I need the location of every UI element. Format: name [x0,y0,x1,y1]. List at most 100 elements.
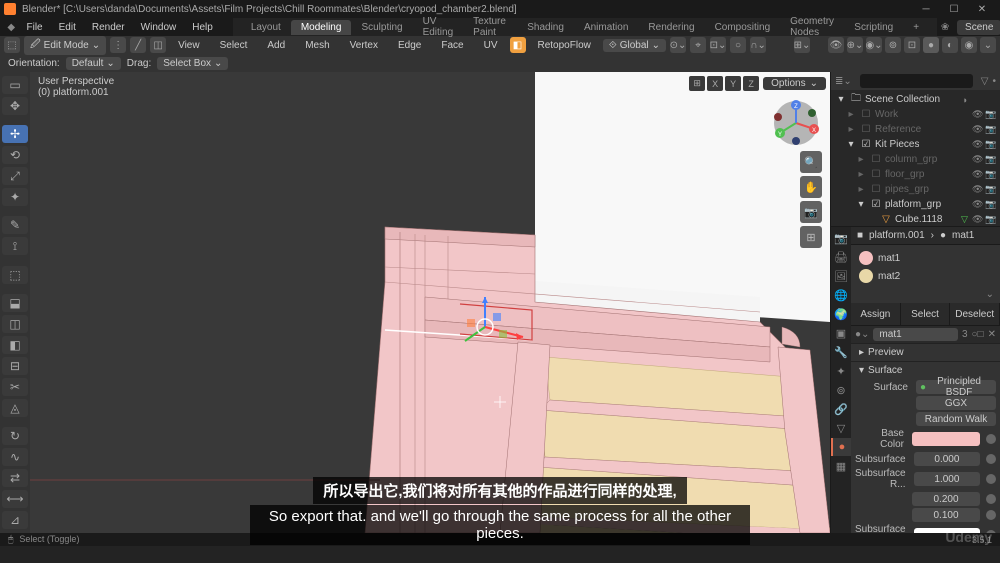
hdr-select[interactable]: Select [212,38,256,53]
material-name-field[interactable]: mat1 [873,328,958,341]
outliner-filter-icon[interactable]: ▽ [981,76,989,87]
tool-edge-slide[interactable]: ⇄ [2,469,28,487]
tool-move[interactable]: ✢ [2,125,28,143]
viewport-3d[interactable]: User Perspective (0) platform.001 [30,72,830,533]
assign-button[interactable]: Assign [851,303,901,325]
shading-dropdown-icon[interactable]: ⌄ [980,37,996,53]
property-dot-icon[interactable] [986,434,996,444]
ptab-scene[interactable]: 🌐 [831,286,851,304]
camera-icon[interactable]: 📷 [800,201,822,223]
outliner-item[interactable]: ▸☐Work👁📷 [831,107,1000,122]
orientation-selector[interactable]: ⟐ Global ⌄ [603,39,666,52]
color-field[interactable] [912,432,980,446]
property-dot-icon[interactable] [986,510,996,520]
tab-add[interactable]: + [903,20,929,35]
drag-value[interactable]: Select Box ⌄ [157,57,228,70]
outliner-item[interactable]: ▾☑platform_grp👁📷 [831,197,1000,212]
snap-target-icon[interactable]: ⊡⌄ [710,37,726,53]
tool-scale[interactable]: ⤢ [2,167,28,185]
outliner-new-icon[interactable]: • [992,76,996,87]
scene-selector[interactable]: Scene [957,20,1000,35]
minimize-button[interactable]: ─ [912,0,940,18]
tab-layout[interactable]: Layout [241,20,291,35]
tab-scripting[interactable]: Scripting [844,20,903,35]
menu-file[interactable]: File [18,20,50,35]
ptab-viewlayer[interactable]: 🖼 [831,267,851,285]
tool-annotate[interactable]: ✎ [2,216,28,234]
number-field[interactable]: 0.200 [912,492,980,506]
overlays-icon[interactable]: ◉⌄ [866,37,882,53]
deselect-button[interactable]: Deselect [950,303,1000,325]
property-dot-icon[interactable] [986,454,996,464]
outliner-item[interactable]: ▸☐pipes_grp👁📷 [831,182,1000,197]
outliner-search[interactable] [860,74,973,88]
tool-shrink[interactable]: ⟷ [2,490,28,508]
material-list[interactable]: mat1 mat2 [851,245,1000,289]
ptab-object[interactable]: ▣ [831,324,851,342]
menu-edit[interactable]: Edit [51,20,84,35]
mesh-edit-icon[interactable]: ⊞⌄ [794,37,810,53]
hdr-view[interactable]: View [170,38,208,53]
property-dot-icon[interactable] [986,494,996,504]
material-slot-1[interactable]: mat1 [855,249,996,267]
xray-icon[interactable]: ⊡ [904,37,920,53]
material-link-icon[interactable]: ○□ [972,329,984,340]
tool-measure[interactable]: ⟟ [2,237,28,255]
ptab-modifiers[interactable]: 🔧 [831,343,851,361]
tool-add-cube[interactable]: ⬚ [2,266,28,284]
tab-modeling[interactable]: Modeling [291,20,352,35]
number-field[interactable]: 1.000 [914,472,981,486]
material-users-icon[interactable]: 3 [962,329,968,340]
maximize-button[interactable]: ☐ [940,0,968,18]
surface-shader-value[interactable]: ● Principled BSDF [916,380,996,394]
material-menu-icon[interactable]: ⌄ [986,289,994,303]
outliner-item[interactable]: ▸☐Reference👁📷 [831,122,1000,137]
pivot-icon[interactable]: ⊙⌄ [670,37,686,53]
hdr-edge[interactable]: Edge [390,38,429,53]
material-slot-2[interactable]: mat2 [855,267,996,285]
tool-shear[interactable]: ⊿ [2,511,28,529]
material-remove-icon[interactable]: ✕ [988,329,996,340]
menu-window[interactable]: Window [133,20,185,35]
ptab-output[interactable]: 🖨 [831,248,851,266]
face-select-icon[interactable]: ◫ [150,37,166,53]
ptab-render[interactable]: 📷 [831,229,851,247]
ptab-texture[interactable]: ▦ [831,457,851,475]
tool-bevel[interactable]: ◧ [2,336,28,354]
axis-lock-buttons[interactable]: ⊞XYZ [689,76,759,91]
vertex-select-icon[interactable]: ⋮ [110,37,126,53]
editor-type-icon[interactable]: ⬚ [4,37,20,53]
tab-animation[interactable]: Animation [574,20,638,35]
hdr-uv[interactable]: UV [476,38,506,53]
proportional-icon[interactable]: ○ [730,37,746,53]
snap-icon[interactable]: ⌖ [690,37,706,53]
material-browse-icon[interactable]: ●⌄ [855,329,869,340]
navigation-gizmo[interactable]: X Y Z [772,99,820,147]
ptab-world[interactable]: 🌍 [831,305,851,323]
orientation-value[interactable]: Default ⌄ [66,57,121,70]
tool-smooth[interactable]: ∿ [2,448,28,466]
tool-extrude[interactable]: ⬓ [2,294,28,312]
ptab-mesh[interactable]: ▽ [831,419,851,437]
hdr-add[interactable]: Add [259,38,293,53]
proportional-falloff-icon[interactable]: ∩⌄ [750,37,766,53]
subsurface-method-value[interactable]: Random Walk [916,412,996,426]
outliner-type-icon[interactable]: ≣⌄ [835,76,852,87]
ptab-constraints[interactable]: 🔗 [831,400,851,418]
tab-sculpting[interactable]: Sculpting [351,20,412,35]
menu-help[interactable]: Help [184,20,221,35]
tool-transform[interactable]: ✦ [2,188,28,206]
preview-section[interactable]: ▸ Preview [851,344,1000,361]
retopo-icon[interactable]: ◧ [510,37,526,53]
tab-compositing[interactable]: Compositing [705,20,781,35]
number-field[interactable]: 0.100 [912,508,980,522]
outliner-tree[interactable]: ▾🗀Scene Collection ◑ ▸☐Work👁📷▸☐Reference… [831,90,1000,227]
mode-selector[interactable]: 🖉 Edit Mode ⌄ [24,36,106,55]
outliner-item[interactable]: ▸☐column_grp👁📷 [831,152,1000,167]
tab-rendering[interactable]: Rendering [638,20,704,35]
tool-spin[interactable]: ↻ [2,427,28,445]
pan-icon[interactable]: ✋ [800,176,822,198]
ptab-material[interactable]: ● [831,438,851,456]
shading-matprev-icon[interactable]: ◐ [942,37,958,53]
tool-rotate[interactable]: ⟲ [2,146,28,164]
